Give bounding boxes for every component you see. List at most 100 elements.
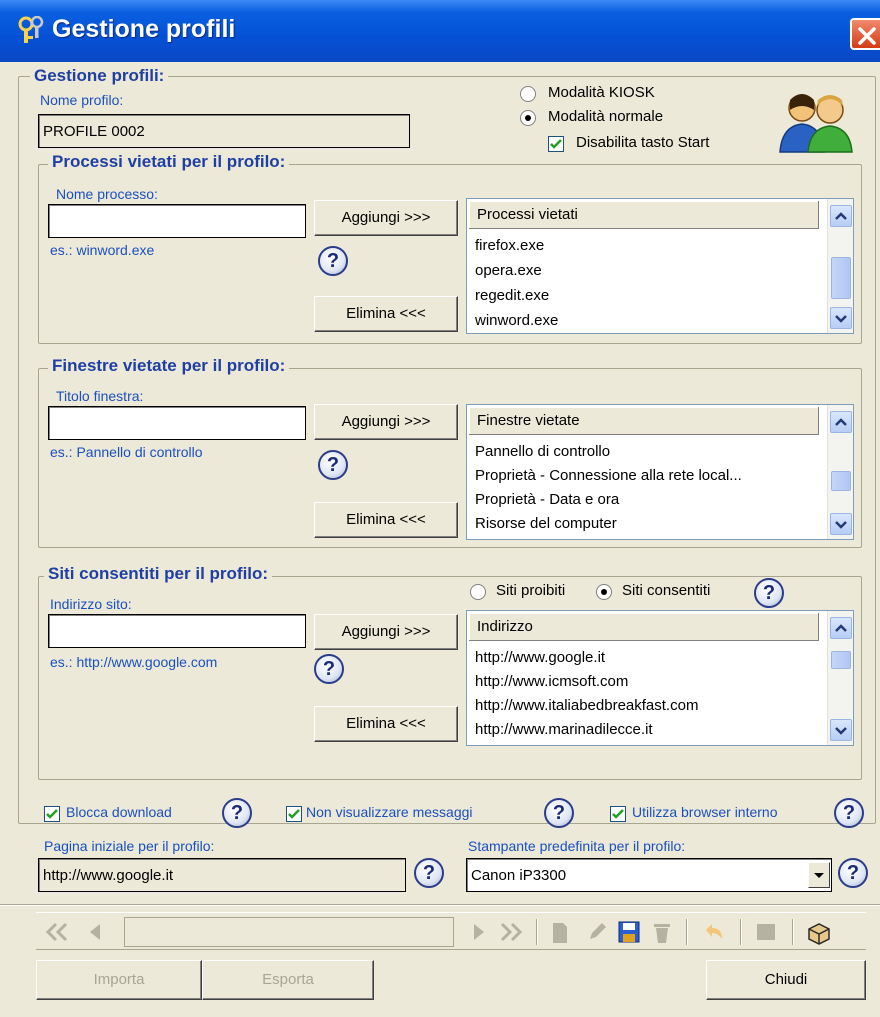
help-icon[interactable]: ? [834,798,864,828]
previous-record-icon[interactable] [84,921,106,943]
forbidden-windows-list[interactable]: Finestre vietate Pannello di controllo P… [466,404,854,540]
forbidden-processes-list[interactable]: Processi vietati firefox.exe opera.exe r… [466,198,854,334]
list-item[interactable]: http://www.icmsoft.com [475,673,628,690]
scroll-thumb[interactable] [831,257,851,299]
help-icon[interactable]: ? [754,578,784,608]
block-download-label: Blocca download [66,804,172,820]
processes-legend: Processi vietati per il profilo: [48,152,290,172]
profile-name-label: Nome profilo: [40,92,124,108]
list-item[interactable]: firefox.exe [475,237,544,254]
list-item[interactable]: regedit.exe [475,287,549,304]
help-icon[interactable]: ? [414,858,444,888]
allowed-sites-list[interactable]: Indirizzo http://www.google.it http://ww… [466,610,854,746]
help-icon[interactable]: ? [222,798,252,828]
scroll-thumb[interactable] [831,471,851,491]
printer-dropdown-button[interactable] [808,862,830,888]
scroll-down-button[interactable] [830,307,852,329]
list-item[interactable]: opera.exe [475,262,542,279]
refresh-icon[interactable] [754,921,778,943]
home-page-field[interactable]: http://www.google.it [38,858,406,892]
checkmark-icon [612,809,624,819]
scroll-down-button[interactable] [830,513,852,535]
next-record-icon[interactable] [468,921,490,943]
site-address-input[interactable] [48,614,306,648]
list-item[interactable]: Pannello di controllo [475,443,610,460]
list-item[interactable]: Proprietà - Connessione alla rete local.… [475,467,742,484]
export-button[interactable]: Esporta [202,960,374,1000]
list-item[interactable]: http://www.google.it [475,649,605,666]
undo-icon[interactable] [702,921,726,943]
help-icon[interactable]: ? [838,858,868,888]
forbidden-sites-radio[interactable] [470,584,486,600]
site-example: es.: http://www.google.com [50,654,218,670]
remove-window-button[interactable]: Elimina <<< [314,502,458,538]
kiosk-mode-radio[interactable] [520,86,536,102]
list-item[interactable]: winword.exe [475,312,558,329]
checkmark-icon [46,809,58,819]
site-address-label: Indirizzo sito: [50,596,132,612]
close-button[interactable]: Chiudi [706,960,866,1000]
default-printer-select[interactable]: Canon iP3300 [466,858,832,892]
toolbar-separator [536,919,538,945]
last-record-icon[interactable] [496,921,524,943]
add-site-button[interactable]: Aggiungi >>> [314,614,458,650]
normal-mode-radio[interactable] [520,110,536,126]
window-title-label: Titolo finestra: [56,388,144,404]
default-printer-label: Stampante predefinita per il profilo: [468,838,686,854]
scroll-up-button[interactable] [830,411,852,433]
list-item[interactable]: http://www.marinadilecce.it [475,721,653,738]
scroll-up-button[interactable] [830,617,852,639]
help-icon[interactable]: ? [314,654,344,684]
list-column-header[interactable]: Processi vietati [469,201,819,229]
help-icon[interactable]: ? [544,798,574,828]
internal-browser-checkbox[interactable] [610,806,626,822]
title-bar[interactable]: Gestione profili [0,0,880,62]
delete-record-icon[interactable] [652,921,672,945]
help-icon[interactable]: ? [318,450,348,480]
list-column-header[interactable]: Indirizzo [469,613,819,641]
list-item[interactable]: Proprietà - Data e ora [475,491,619,508]
no-messages-label: Non visualizzare messaggi [306,804,473,820]
toolbar-separator [740,919,742,945]
scroll-up-button[interactable] [830,205,852,227]
chevron-down-icon [835,521,847,529]
list-item[interactable]: Risorse del computer [475,515,617,532]
vertical-scrollbar[interactable] [827,405,853,539]
list-column-header[interactable]: Finestre vietate [469,407,819,435]
close-window-button[interactable] [850,18,880,50]
save-icon[interactable] [618,921,640,943]
home-page-label: Pagina iniziale per il profilo: [44,838,215,854]
kiosk-mode-label: Modalità KIOSK [548,84,655,101]
help-icon[interactable]: ? [318,246,348,276]
record-position-field[interactable] [124,917,454,947]
block-download-checkbox[interactable] [44,806,60,822]
export-tool-icon[interactable] [806,921,832,945]
sites-legend: Siti consentiti per il profilo: [44,564,273,584]
scroll-thumb[interactable] [831,651,851,669]
first-record-icon[interactable] [44,921,72,943]
remove-process-button[interactable]: Elimina <<< [314,296,458,332]
vertical-scrollbar[interactable] [827,611,853,745]
new-record-icon[interactable] [550,921,570,945]
allowed-sites-radio[interactable] [596,584,612,600]
window-title-input[interactable] [48,406,306,440]
no-messages-checkbox[interactable] [286,806,302,822]
allowed-sites-label: Siti consentiti [622,582,711,599]
profile-name-field[interactable]: PROFILE 0002 [38,114,410,148]
separator [0,904,880,906]
remove-site-button[interactable]: Elimina <<< [314,706,458,742]
chevron-up-icon [835,624,847,632]
chevron-up-icon [835,212,847,220]
internal-browser-label: Utilizza browser interno [632,804,778,820]
window-example: es.: Pannello di controllo [50,444,203,460]
process-name-input[interactable] [48,204,306,238]
disable-start-checkbox[interactable] [548,136,564,152]
import-button[interactable]: Importa [36,960,202,1000]
edit-record-icon[interactable] [586,921,608,943]
add-window-button[interactable]: Aggiungi >>> [314,404,458,440]
list-item[interactable]: http://www.italiabedbreakfast.com [475,697,698,714]
add-process-button[interactable]: Aggiungi >>> [314,200,458,236]
scroll-down-button[interactable] [830,719,852,741]
vertical-scrollbar[interactable] [827,199,853,333]
process-name-label: Nome processo: [56,186,158,202]
